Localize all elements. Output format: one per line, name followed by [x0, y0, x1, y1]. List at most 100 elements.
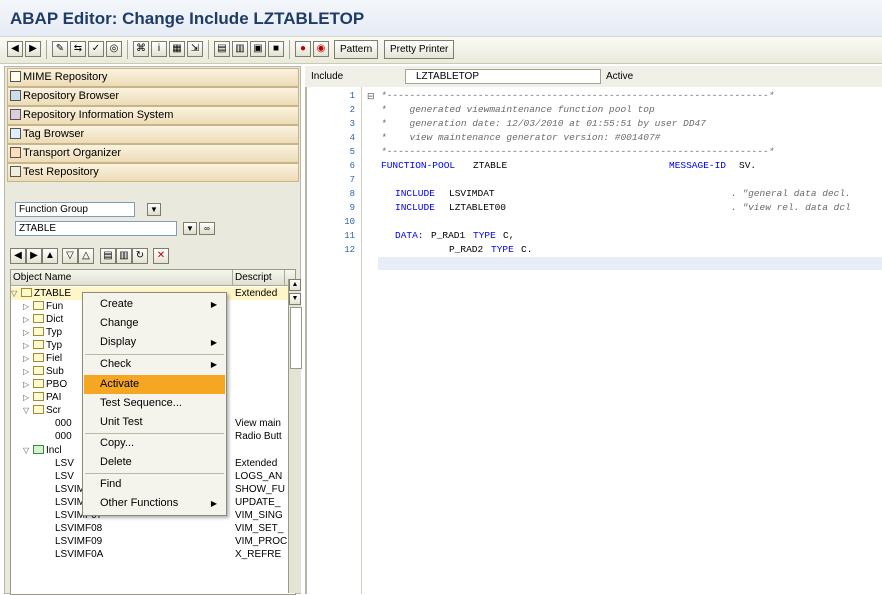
code-line-3: * generation date: 12/03/2010 at 01:55:5…: [381, 118, 706, 129]
forward-arrow-icon[interactable]: ▶: [26, 248, 42, 264]
tree-row[interactable]: ▷ Typ: [23, 339, 62, 352]
menu-item-change[interactable]: Change: [84, 314, 225, 333]
collapse-block-icon[interactable]: ⊟: [367, 91, 375, 102]
menu-item-label: Other Functions: [100, 497, 179, 509]
menu-item-create[interactable]: Create ▶: [84, 295, 225, 314]
menu-item-delete[interactable]: Delete: [84, 453, 225, 472]
scroll-thumb[interactable]: [290, 307, 302, 369]
up-icon[interactable]: ▲: [42, 248, 58, 264]
chevron-down-icon[interactable]: ▼: [147, 203, 161, 216]
hierarchy-icon[interactable]: ▤: [214, 41, 230, 57]
code-editor[interactable]: 1 2 3 4 5 6 7 8 9 10 11 12 ⊟ *----------…: [305, 87, 882, 594]
tree-row[interactable]: LSVIMF09 VIM_PROC: [55, 535, 293, 548]
line-number-gutter: 1 2 3 4 5 6 7 8 9 10 11 12: [309, 87, 362, 594]
other-object-icon[interactable]: ⇆: [70, 41, 86, 57]
include-name-field[interactable]: LZTABLETOP: [405, 69, 601, 84]
nav-transport-organizer[interactable]: Transport Organizer: [7, 144, 299, 163]
info-system-icon: [10, 109, 21, 120]
hierarchy-icon[interactable]: ▤: [100, 248, 116, 264]
glasses-icon[interactable]: ∞: [199, 222, 215, 235]
collapse-icon[interactable]: ▽: [62, 248, 78, 264]
tree-row[interactable]: ▽ Incl: [23, 444, 62, 457]
menu-item-check[interactable]: Check ▶: [84, 355, 225, 374]
back-arrow-icon[interactable]: ◀: [7, 41, 23, 57]
check-icon[interactable]: ✓: [88, 41, 104, 57]
line-number: 4: [349, 133, 355, 143]
tree-row[interactable]: LSVIMF08 VIM_SET_: [55, 522, 293, 535]
test-icon[interactable]: ▦: [169, 41, 185, 57]
tree-vertical-scrollbar[interactable]: ▲ ▼: [288, 279, 302, 593]
object-list-icon[interactable]: ▥: [232, 41, 248, 57]
menu-separator: [85, 473, 224, 474]
code-keyword: MESSAGE-ID: [669, 160, 727, 171]
code-keyword: TYPE: [491, 244, 514, 255]
code-token: P_RAD2: [449, 244, 484, 255]
display-change-icon[interactable]: ✎: [52, 41, 68, 57]
back-arrow-icon[interactable]: ◀: [10, 248, 26, 264]
refresh-icon[interactable]: ↻: [132, 248, 148, 264]
menu-item-other-functions[interactable]: Other Functions ▶: [84, 494, 225, 513]
window-title: ABAP Editor: Change Include LZTABLETOP: [10, 9, 365, 28]
folder-icon: [33, 340, 44, 349]
col-object-name[interactable]: Object Name: [11, 270, 233, 285]
tree-row[interactable]: ▷ Fun: [23, 300, 63, 313]
fullscreen-icon[interactable]: ▣: [250, 41, 266, 57]
line-number: 3: [349, 119, 355, 129]
forward-arrow-icon[interactable]: ▶: [25, 41, 41, 57]
scroll-up-icon[interactable]: ▲: [289, 279, 301, 291]
menu-item-find[interactable]: Find: [84, 475, 225, 494]
include-label: Include: [311, 71, 344, 82]
activate-icon[interactable]: ◎: [106, 41, 122, 57]
menu-item-display[interactable]: Display ▶: [84, 333, 225, 352]
tree-row[interactable]: ▽ Scr: [23, 404, 61, 417]
external-breakpoint-icon[interactable]: ◉: [313, 41, 329, 57]
tree-row[interactable]: ▷ PBO: [23, 378, 67, 391]
navigate-icon[interactable]: ⇲: [187, 41, 203, 57]
nav-repository-info-system[interactable]: Repository Information System: [7, 106, 299, 125]
menu-item-copy[interactable]: Copy...: [84, 434, 225, 453]
expanded-caret-icon: ▽: [23, 406, 30, 415]
line-number: 7: [349, 175, 355, 185]
tree-row[interactable]: ▷ Fiel: [23, 352, 62, 365]
nav-mime-repository[interactable]: MIME Repository: [7, 68, 299, 87]
chevron-down-icon[interactable]: ▼: [183, 222, 197, 235]
submenu-arrow-icon: ▶: [210, 499, 217, 508]
truck-icon: [10, 147, 21, 158]
code-comment: . "view rel. data dcl: [731, 202, 851, 213]
line-number: 5: [349, 147, 355, 157]
tree-row[interactable]: ▷ PAI: [23, 391, 61, 404]
breakpoint-icon[interactable]: ●: [295, 41, 311, 57]
tree-item-name: Scr: [46, 405, 61, 416]
pretty-printer-button[interactable]: Pretty Printer: [384, 40, 455, 59]
help-icon[interactable]: ■: [268, 41, 284, 57]
tree-row[interactable]: ▷ Sub: [23, 365, 64, 378]
nav-tag-browser[interactable]: Tag Browser: [7, 125, 299, 144]
nav-repository-browser[interactable]: Repository Browser: [7, 87, 299, 106]
line-number: 8: [349, 189, 355, 199]
nav-test-repository[interactable]: Test Repository: [7, 163, 299, 182]
tree-row[interactable]: LSVIMF0A X_REFRE: [55, 548, 293, 561]
pattern-button[interactable]: Pattern: [334, 40, 379, 59]
expand-icon[interactable]: △: [78, 248, 94, 264]
object-type-select[interactable]: Function Group: [15, 202, 135, 217]
tree-item-desc: VIM_SING: [235, 510, 283, 521]
object-name-input[interactable]: ZTABLE: [15, 221, 177, 236]
line-number: 6: [349, 161, 355, 171]
list-icon[interactable]: ▥: [116, 248, 132, 264]
menu-item-label: Test Sequence...: [100, 397, 182, 409]
folder-icon: [33, 301, 44, 310]
menu-item-test-sequence[interactable]: Test Sequence...: [84, 394, 225, 413]
tree-row[interactable]: ▷ Dict: [23, 313, 63, 326]
where-used-icon[interactable]: ⌘: [133, 41, 149, 57]
col-description[interactable]: Descript: [233, 270, 285, 285]
menu-item-activate[interactable]: Activate: [84, 375, 225, 394]
tree-row[interactable]: ▷ Typ: [23, 326, 62, 339]
info-icon[interactable]: i: [151, 41, 167, 57]
tree-item-desc: VIM_PROC: [235, 536, 288, 547]
tree-item-name: Fiel: [46, 353, 63, 364]
menu-item-unit-test[interactable]: Unit Test: [84, 413, 225, 432]
folder-icon: [33, 314, 44, 323]
scroll-down-icon[interactable]: ▼: [289, 293, 301, 305]
code-line-1: *---------------------------------------…: [381, 90, 775, 101]
close-icon[interactable]: ✕: [153, 248, 169, 264]
